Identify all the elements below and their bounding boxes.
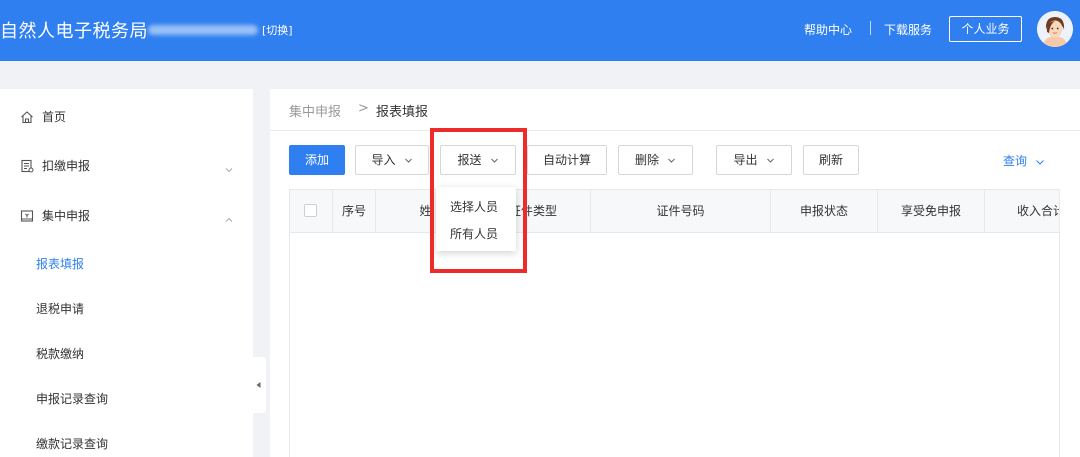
chevron-down-icon — [1035, 159, 1044, 165]
app-title: 自然人电子税务局 — [0, 21, 148, 42]
report-icon — [20, 208, 34, 222]
avatar[interactable] — [1037, 11, 1073, 47]
select-all-checkbox[interactable] — [304, 204, 317, 217]
export-dropdown-button[interactable]: 导出 — [716, 145, 792, 175]
select-all-cell — [290, 190, 333, 232]
refresh-button[interactable]: 刷新 — [803, 145, 859, 175]
column-header: 证件号码 — [591, 190, 771, 232]
import-button-label: 导入 — [371, 153, 396, 167]
sidebar-subitem-report-fill[interactable]: 报表填报 — [36, 255, 84, 272]
export-button-label: 导出 — [733, 153, 758, 167]
column-header: 收入合计 — [1017, 204, 1059, 218]
home-icon — [20, 109, 34, 124]
user-avatar-icon — [1037, 11, 1073, 47]
chevron-down-icon — [668, 158, 675, 163]
switch-region-link[interactable]: [切换] — [262, 22, 293, 38]
chevron-down-icon — [404, 158, 412, 163]
personal-business-button[interactable]: 个人业务 — [949, 16, 1022, 42]
sidebar-subitem-payment-records[interactable]: 缴款记录查询 — [36, 435, 108, 452]
refresh-button-label: 刷新 — [818, 153, 843, 167]
sidebar-item-home[interactable]: 首页 — [0, 101, 253, 131]
chevron-down-icon — [766, 158, 774, 163]
delete-button-label: 删除 — [634, 153, 659, 167]
sidebar-subitem-tax-refund[interactable]: 退税申请 — [36, 300, 84, 317]
sidebar: 首页 扣缴申报 集中申报 报表填报 退税申请 税款缴纳 申报记录查询 缴款记录查… — [0, 89, 253, 457]
sidebar-subitem-tax-payment[interactable]: 税款缴纳 — [36, 345, 84, 362]
auto-calculate-button[interactable]: 自动计算 — [527, 145, 607, 175]
help-center-link[interactable]: 帮助中心 — [804, 21, 852, 38]
breadcrumb-parent[interactable]: 集中申报 — [289, 101, 341, 120]
caret-left-icon — [256, 382, 261, 388]
top-header: 自然人电子税务局 [切换] 帮助中心 下载服务 个人业务 — [0, 0, 1080, 61]
highlight-annotation-box — [430, 128, 527, 273]
sidebar-item-label: 扣缴申报 — [42, 159, 91, 173]
column-header: 申报状态 — [771, 190, 878, 232]
auto-calculate-label: 自动计算 — [542, 153, 591, 167]
column-header: 序号 — [333, 190, 376, 232]
import-dropdown-button[interactable]: 导入 — [355, 145, 429, 175]
breadcrumb-separator: > — [358, 101, 369, 116]
sidebar-item-label: 集中申报 — [42, 209, 91, 223]
sidebar-collapse-toggle[interactable] — [253, 357, 266, 413]
query-toggle[interactable]: 查询 — [1003, 152, 1045, 169]
document-icon — [20, 158, 34, 173]
sidebar-item-centralized[interactable]: 集中申报 — [0, 200, 253, 230]
breadcrumb-current: 报表填报 — [376, 105, 429, 120]
add-button[interactable]: 添加 — [289, 145, 345, 175]
chevron-down-icon — [224, 160, 234, 173]
chevron-up-icon — [224, 210, 234, 222]
header-divider — [870, 21, 871, 35]
delete-dropdown-button[interactable]: 删除 — [618, 145, 693, 175]
download-service-link[interactable]: 下载服务 — [884, 21, 932, 38]
column-header: 享受免申报 — [878, 190, 985, 232]
table-header: 序号 姓 证件类型 证件号码 申报状态 享受免申报 收入合计 — [290, 190, 1059, 233]
query-label: 查询 — [1003, 154, 1028, 168]
declaration-table: 序号 姓 证件类型 证件号码 申报状态 享受免申报 收入合计 — [289, 189, 1060, 457]
add-button-label: 添加 — [304, 153, 329, 167]
sidebar-item-label: 首页 — [42, 110, 67, 124]
breadcrumb-divider — [270, 130, 1080, 131]
sidebar-subitem-declaration-records[interactable]: 申报记录查询 — [36, 390, 108, 407]
sidebar-item-withholding[interactable]: 扣缴申报 — [0, 150, 253, 180]
redacted-region-name — [148, 25, 258, 35]
